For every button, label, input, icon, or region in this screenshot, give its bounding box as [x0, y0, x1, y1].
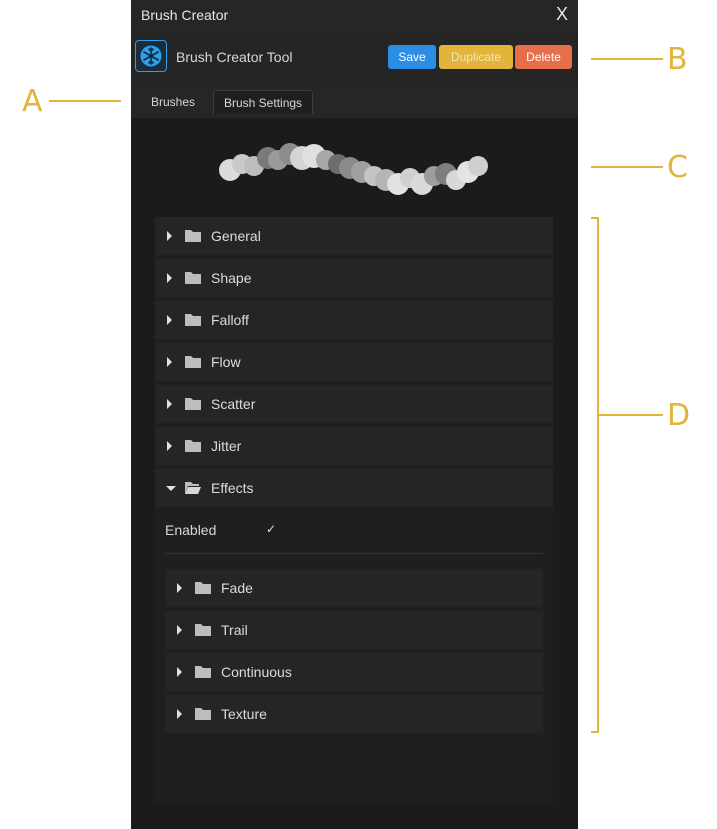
callout-a-label: A: [22, 84, 43, 119]
subsection-fade[interactable]: Fade: [165, 569, 543, 607]
window-title: Brush Creator: [141, 7, 229, 23]
chevron-right-icon: [167, 357, 172, 367]
section-label: Scatter: [211, 396, 256, 412]
folder-icon: [195, 708, 211, 720]
subsection-trail[interactable]: Trail: [165, 611, 543, 649]
brush-creator-window: Brush Creator X Brush Creator Tool Save …: [131, 0, 578, 829]
folder-icon: [185, 314, 201, 326]
chevron-right-icon: [167, 441, 172, 451]
section-label: Effects: [211, 480, 254, 496]
section-label: Jitter: [211, 438, 242, 454]
toolbar: Brush Creator Tool Save Duplicate Delete: [131, 30, 578, 86]
section-label: Flow: [211, 354, 241, 370]
subsection-label: Fade: [221, 580, 253, 596]
chevron-down-icon: [166, 486, 176, 491]
callout-d-bracket: [591, 217, 599, 733]
callout-c-label: C: [667, 150, 688, 185]
chevron-right-icon: [167, 273, 172, 283]
folder-icon: [185, 440, 201, 452]
tab-bar: Brushes Brush Settings: [131, 86, 578, 118]
save-button[interactable]: Save: [388, 45, 436, 69]
brush-stroke-preview: [219, 143, 488, 195]
subsection-label: Continuous: [221, 664, 292, 680]
chevron-right-icon: [177, 709, 182, 719]
enabled-label: Enabled: [165, 522, 217, 538]
callout-c-line: [591, 166, 663, 168]
callout-b-line: [591, 58, 663, 60]
tab-brushes[interactable]: Brushes: [141, 90, 205, 114]
section-falloff[interactable]: Falloff: [155, 301, 553, 339]
chevron-right-icon: [177, 667, 182, 677]
title-bar: Brush Creator X: [131, 0, 578, 30]
callout-a-line: [49, 100, 121, 102]
chevron-right-icon: [167, 231, 172, 241]
folder-icon: [195, 624, 211, 636]
subsection-texture[interactable]: Texture: [165, 695, 543, 733]
tab-brush-settings[interactable]: Brush Settings: [213, 90, 314, 114]
folder-icon: [195, 582, 211, 594]
chevron-right-icon: [177, 583, 182, 593]
section-label: Falloff: [211, 312, 249, 328]
section-label: General: [211, 228, 261, 244]
subsection-continuous[interactable]: Continuous: [165, 653, 543, 691]
subsection-label: Texture: [221, 706, 267, 722]
tool-name: Brush Creator Tool: [176, 49, 293, 65]
section-scatter[interactable]: Scatter: [155, 385, 553, 423]
duplicate-button[interactable]: Duplicate: [439, 45, 513, 69]
folder-icon: [185, 272, 201, 284]
chevron-right-icon: [177, 625, 182, 635]
divider: [165, 553, 543, 554]
folder-open-icon: [185, 482, 201, 494]
section-flow[interactable]: Flow: [155, 343, 553, 381]
section-jitter[interactable]: Jitter: [155, 427, 553, 465]
close-button[interactable]: X: [556, 4, 568, 25]
subsection-label: Trail: [221, 622, 248, 638]
snowflake-icon[interactable]: [135, 40, 167, 72]
callout-d-label: D: [667, 398, 691, 433]
folder-icon: [185, 356, 201, 368]
section-effects[interactable]: Effects: [155, 469, 553, 507]
callout-b-label: B: [667, 42, 688, 77]
enabled-checkbox[interactable]: ✓: [266, 522, 276, 536]
section-shape[interactable]: Shape: [155, 259, 553, 297]
folder-icon: [195, 666, 211, 678]
section-general[interactable]: General: [155, 217, 553, 255]
folder-icon: [185, 398, 201, 410]
delete-button[interactable]: Delete: [515, 45, 572, 69]
section-label: Shape: [211, 270, 252, 286]
callout-d-line: [599, 414, 663, 416]
folder-icon: [185, 230, 201, 242]
settings-panel: General Shape Falloff Flow Scatter Jitte…: [155, 217, 553, 803]
chevron-right-icon: [167, 315, 172, 325]
chevron-right-icon: [167, 399, 172, 409]
